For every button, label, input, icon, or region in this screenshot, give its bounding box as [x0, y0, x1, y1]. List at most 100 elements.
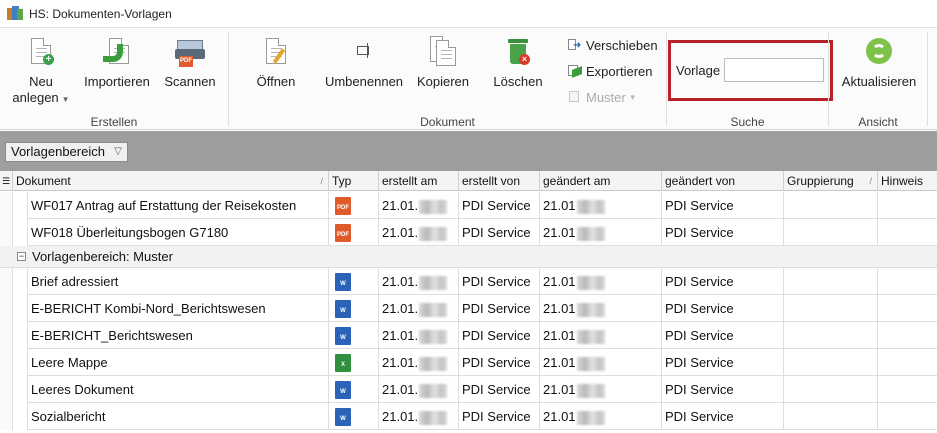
redacted-value — [576, 275, 605, 290]
cell-gruppierung — [784, 322, 878, 349]
cell-erstellt-am: 21.01. — [379, 219, 459, 246]
column-header-typ[interactable]: Typ — [329, 171, 379, 191]
cell-dokument: Leere Mappe — [28, 349, 329, 376]
cell-geaendert-am: 21.01 — [540, 376, 662, 403]
cell-typ: PDF — [329, 192, 379, 219]
table-row[interactable]: WF017 Antrag auf Erstattung der Reisekos… — [0, 192, 937, 219]
column-header-gruppierung[interactable]: Gruppierung / — [784, 171, 878, 191]
ribbon-separator — [927, 32, 928, 126]
redacted-value — [419, 329, 448, 344]
cell-dokument: E-BERICHT Kombi-Nord_Berichtswesen — [28, 295, 329, 322]
redacted-value — [419, 199, 448, 214]
cell-gruppierung — [784, 403, 878, 430]
column-header-erstellt-von[interactable]: erstellt von — [459, 171, 540, 191]
cell-geaendert-von: PDI Service — [662, 268, 784, 295]
cell-geaendert-am: 21.01 — [540, 192, 662, 219]
row-indicator — [0, 295, 28, 322]
cell-erstellt-am: 21.01. — [379, 192, 459, 219]
cell-geaendert-am: 21.01 — [540, 219, 662, 246]
filter-icon[interactable]: ▽ — [114, 143, 122, 161]
cell-hinweis — [878, 376, 937, 403]
table-row[interactable]: Brief adressiert W 21.01. PDI Service 21.01 P… — [0, 268, 937, 295]
row-indicator — [0, 349, 28, 376]
row-indicator — [0, 219, 28, 246]
cell-erstellt-am: 21.01. — [379, 403, 459, 430]
redacted-value — [576, 329, 605, 344]
cell-typ: W — [329, 403, 379, 430]
cell-geaendert-am: 21.01 — [540, 322, 662, 349]
redacted-value — [419, 410, 448, 425]
cell-erstellt-von: PDI Service — [459, 295, 540, 322]
cell-erstellt-von: PDI Service — [459, 219, 540, 246]
cell-erstellt-von: PDI Service — [459, 322, 540, 349]
title-bar: HS: Dokumenten-Vorlagen — [0, 0, 937, 27]
redacted-value — [576, 356, 605, 371]
cell-typ: W — [329, 295, 379, 322]
cell-typ: W — [329, 376, 379, 403]
cell-geaendert-von: PDI Service — [662, 376, 784, 403]
window-title: HS: Dokumenten-Vorlagen — [29, 6, 172, 21]
app-icon — [7, 5, 23, 22]
cell-erstellt-am: 21.01. — [379, 376, 459, 403]
cell-gruppierung — [784, 376, 878, 403]
column-header-geaendert-von[interactable]: geändert von — [662, 171, 784, 191]
redacted-value — [576, 302, 605, 317]
table-row[interactable]: WF018 Überleitungsbogen G7180 PDF 21.01. PD… — [0, 219, 937, 246]
column-chooser-icon[interactable]: ☰ — [0, 171, 13, 191]
grid-header: ☰ Dokument / Typ erstellt am erstellt von… — [0, 171, 937, 191]
redacted-value — [576, 410, 605, 425]
redacted-value — [419, 356, 448, 371]
row-indicator — [0, 322, 28, 349]
cell-typ: PDF — [329, 219, 379, 246]
cell-hinweis — [878, 349, 937, 376]
cell-geaendert-von: PDI Service — [662, 349, 784, 376]
collapse-icon[interactable]: − — [17, 252, 26, 261]
word-file-icon: W — [335, 273, 351, 291]
table-row[interactable]: E-BERICHT_Berichtswesen W 21.01. PDI Servic… — [0, 322, 937, 349]
cell-geaendert-von: PDI Service — [662, 322, 784, 349]
cell-dokument: Brief adressiert — [28, 268, 329, 295]
cell-erstellt-am: 21.01. — [379, 268, 459, 295]
cell-geaendert-von: PDI Service — [662, 192, 784, 219]
pdf-file-icon: PDF — [335, 224, 351, 242]
cell-gruppierung — [784, 295, 878, 322]
cell-hinweis — [878, 403, 937, 430]
cell-gruppierung — [784, 192, 878, 219]
documents-grid: ☰ Dokument / Typ erstellt am erstellt von… — [0, 171, 937, 433]
cell-dokument: E-BERICHT_Berichtswesen — [28, 322, 329, 349]
column-header-erstellt-am[interactable]: erstellt am — [379, 171, 459, 191]
cell-geaendert-am: 21.01 — [540, 295, 662, 322]
group-row-label: Vorlagenbereich: Muster — [32, 249, 173, 264]
cell-erstellt-am: 21.01. — [379, 295, 459, 322]
group-row-muster[interactable]: − Vorlagenbereich: Muster — [0, 246, 937, 268]
cell-geaendert-von: PDI Service — [662, 403, 784, 430]
excel-file-icon: X — [335, 354, 351, 372]
cell-hinweis — [878, 192, 937, 219]
cell-gruppierung — [784, 349, 878, 376]
cell-dokument: Sozialbericht — [28, 403, 329, 430]
ribbon-group-ansicht: Ansicht — [858, 115, 898, 129]
cell-hinweis — [878, 295, 937, 322]
redacted-value — [576, 199, 605, 214]
column-header-geaendert-am[interactable]: geändert am — [540, 171, 662, 191]
table-row[interactable]: E-BERICHT Kombi-Nord_Berichtswesen W 21.01… — [0, 295, 937, 322]
word-file-icon: W — [335, 408, 351, 426]
table-row[interactable]: Leere Mappe X 21.01. PDI Service 21.01 PDI Se… — [0, 349, 937, 376]
redacted-value — [419, 302, 448, 317]
table-row[interactable]: Sozialbericht W 21.01. PDI Service 21.01 PDI … — [0, 403, 937, 430]
column-header-hinweis[interactable]: Hinweis — [878, 171, 937, 191]
table-row[interactable]: Leeres Dokument W 21.01. PDI Service 21.01 PD… — [0, 376, 937, 403]
word-file-icon: W — [335, 327, 351, 345]
group-by-chip[interactable]: Vorlagenbereich ▽ — [5, 142, 128, 162]
cell-typ: W — [329, 322, 379, 349]
grouping-panel: Vorlagenbereich ▽ — [0, 131, 937, 171]
row-indicator — [0, 403, 28, 430]
column-header-dokument[interactable]: Dokument / — [13, 171, 329, 191]
word-file-icon: W — [335, 300, 351, 318]
sort-icon: / — [320, 176, 323, 186]
cell-typ: X — [329, 349, 379, 376]
cell-hinweis — [878, 219, 937, 246]
cell-erstellt-von: PDI Service — [459, 192, 540, 219]
cell-erstellt-am: 21.01. — [379, 322, 459, 349]
cell-geaendert-von: PDI Service — [662, 219, 784, 246]
